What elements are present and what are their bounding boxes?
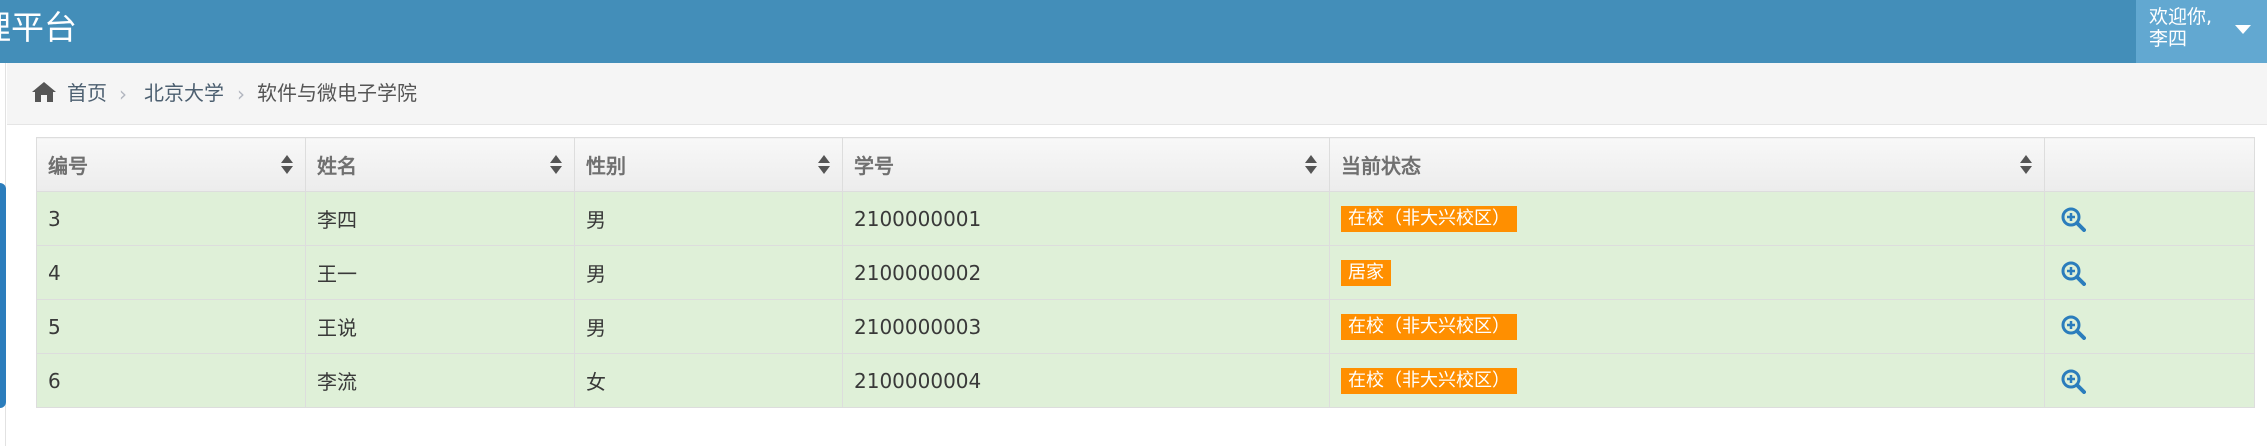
sort-icon: [281, 155, 293, 175]
column-header-gender[interactable]: 性别: [574, 137, 843, 192]
cell-id: 4: [36, 245, 306, 300]
cell-id: 3: [36, 191, 306, 246]
cell-actions: [2044, 191, 2255, 246]
user-name: 李四: [2149, 28, 2188, 50]
home-icon[interactable]: [31, 80, 57, 104]
cell-student-no: 2100000004: [842, 353, 1330, 408]
cell-id: 5: [36, 299, 306, 354]
cell-student-no: 2100000003: [842, 299, 1330, 354]
sort-icon: [2020, 155, 2032, 175]
cell-student-no: 2100000001: [842, 191, 1330, 246]
cell-name: 李流: [305, 353, 575, 408]
sidebar-accent: [0, 183, 6, 408]
breadcrumb-separator: ›: [119, 82, 127, 106]
user-greeting: 欢迎你,: [2149, 6, 2213, 28]
cell-name: 王说: [305, 299, 575, 354]
cell-actions: [2044, 299, 2255, 354]
table-header-row: 编号 姓名 性别 学号 当前状态: [36, 137, 2255, 192]
zoom-in-icon[interactable]: [2060, 206, 2086, 232]
zoom-in-icon[interactable]: [2060, 368, 2086, 394]
cell-gender: 男: [574, 245, 843, 300]
cell-gender: 男: [574, 191, 843, 246]
status-badge: 居家: [1341, 260, 1391, 286]
column-header-actions: [2044, 137, 2255, 192]
table-row: 4 王一 男 2100000002 居家: [36, 245, 2255, 300]
cell-status: 在校（非大兴校区）: [1329, 299, 2045, 354]
sort-icon: [1305, 155, 1317, 175]
column-header-student-no[interactable]: 学号: [842, 137, 1330, 192]
cell-status: 居家: [1329, 245, 2045, 300]
caret-down-icon: [2235, 25, 2251, 34]
cell-name: 李四: [305, 191, 575, 246]
user-info: 欢迎你, 李四: [2149, 6, 2212, 50]
table-row: 6 李流 女 2100000004 在校（非大兴校区）: [36, 353, 2255, 408]
sort-icon: [818, 155, 830, 175]
sort-icon: [550, 155, 562, 175]
status-badge: 在校（非大兴校区）: [1341, 314, 1517, 340]
app-title: 理平台: [0, 8, 77, 47]
cell-student-no: 2100000002: [842, 245, 1330, 300]
status-badge: 在校（非大兴校区）: [1341, 368, 1517, 394]
zoom-in-icon[interactable]: [2060, 260, 2086, 286]
column-header-name[interactable]: 姓名: [305, 137, 575, 192]
cell-id: 6: [36, 353, 306, 408]
zoom-in-icon[interactable]: [2060, 314, 2086, 340]
cell-actions: [2044, 245, 2255, 300]
column-header-id[interactable]: 编号: [36, 137, 306, 192]
breadcrumb-home[interactable]: 首页: [67, 81, 107, 105]
cell-status: 在校（非大兴校区）: [1329, 353, 2045, 408]
status-badge: 在校（非大兴校区）: [1341, 206, 1517, 232]
cell-gender: 男: [574, 299, 843, 354]
cell-name: 王一: [305, 245, 575, 300]
table-row: 3 李四 男 2100000001 在校（非大兴校区）: [36, 191, 2255, 246]
breadcrumb-university[interactable]: 北京大学: [144, 81, 224, 105]
cell-gender: 女: [574, 353, 843, 408]
table-row: 5 王说 男 2100000003 在校（非大兴校区）: [36, 299, 2255, 354]
breadcrumb-separator: ›: [237, 82, 245, 106]
column-header-status[interactable]: 当前状态: [1329, 137, 2045, 192]
student-table: 编号 姓名 性别 学号 当前状态 3 李四 男 2100000001 在校（非大…: [36, 137, 2255, 408]
user-menu-toggle[interactable]: 欢迎你, 李四: [2136, 0, 2267, 63]
top-navbar: 理平台 欢迎你, 李四: [0, 0, 2267, 63]
cell-status: 在校（非大兴校区）: [1329, 191, 2045, 246]
cell-actions: [2044, 353, 2255, 408]
breadcrumb: 首页 › 北京大学 › 软件与微电子学院: [7, 63, 2267, 125]
breadcrumb-school: 软件与微电子学院: [257, 81, 417, 105]
